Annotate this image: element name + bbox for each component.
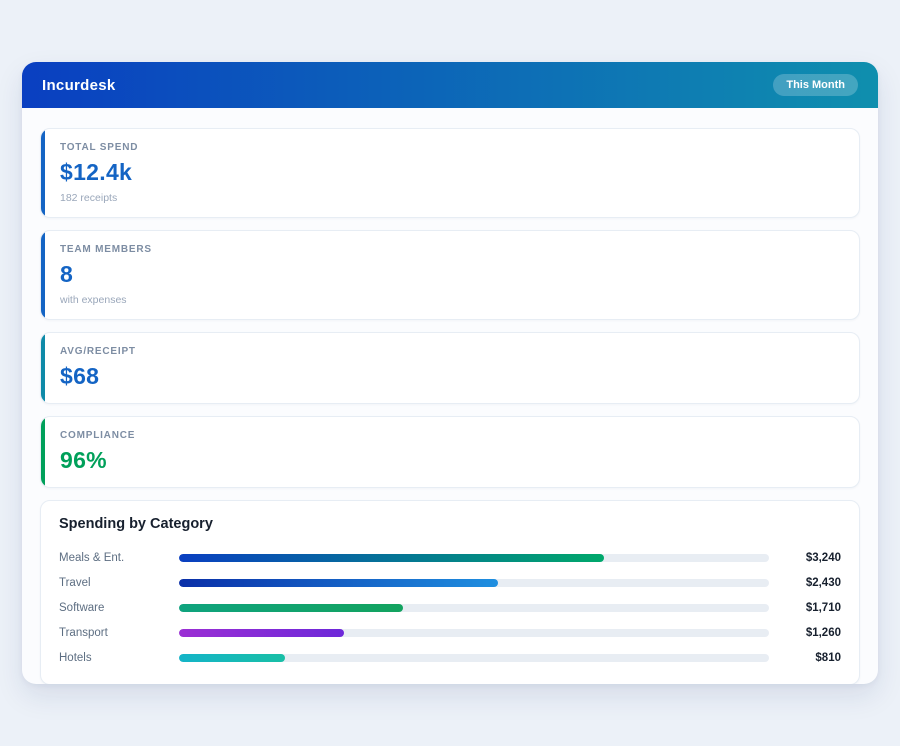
category-label: Software (59, 602, 179, 614)
stat-label: TOTAL SPEND (60, 142, 843, 153)
category-value: $1,260 (769, 627, 841, 639)
bar-track (179, 554, 769, 562)
bar-fill (179, 579, 498, 587)
stat-label: COMPLIANCE (60, 430, 843, 441)
stat-subtitle: 182 receipts (60, 192, 843, 204)
bar-fill (179, 554, 604, 562)
bar-track (179, 629, 769, 637)
category-value: $3,240 (769, 552, 841, 564)
category-value: $810 (769, 652, 841, 664)
stat-label: AVG/RECEIPT (60, 346, 843, 357)
stat-card-compliance: COMPLIANCE 96% (40, 416, 860, 488)
app-title: Incurdesk (42, 77, 116, 94)
stat-card-team-members: TEAM MEMBERS 8 with expenses (40, 230, 860, 320)
category-label: Travel (59, 577, 179, 589)
stat-subtitle: with expenses (60, 294, 843, 306)
stat-value: $12.4k (60, 159, 843, 186)
dashboard-card: Incurdesk This Month TOTAL SPEND $12.4k … (22, 62, 878, 684)
stat-accent-bar (41, 417, 45, 487)
spending-row-meals: Meals & Ent. $3,240 (59, 545, 841, 570)
category-value: $1,710 (769, 602, 841, 614)
stat-accent-bar (41, 333, 45, 403)
stat-value: 96% (60, 447, 843, 474)
spending-by-category-card: Spending by Category Meals & Ent. $3,240… (40, 500, 860, 684)
bar-fill (179, 654, 285, 662)
spending-row-travel: Travel $2,430 (59, 570, 841, 595)
bar-track (179, 604, 769, 612)
bar-fill (179, 604, 403, 612)
category-label: Meals & Ent. (59, 552, 179, 564)
dashboard-body: TOTAL SPEND $12.4k 182 receipts TEAM MEM… (22, 108, 878, 684)
spending-row-hotels: Hotels $810 (59, 645, 841, 670)
stat-card-total-spend: TOTAL SPEND $12.4k 182 receipts (40, 128, 860, 218)
app-header: Incurdesk This Month (22, 62, 878, 108)
spending-row-transport: Transport $1,260 (59, 620, 841, 645)
period-filter-badge[interactable]: This Month (773, 74, 858, 96)
category-label: Transport (59, 627, 179, 639)
bar-track (179, 654, 769, 662)
stat-label: TEAM MEMBERS (60, 244, 843, 255)
stat-value: $68 (60, 363, 843, 390)
category-value: $2,430 (769, 577, 841, 589)
stat-accent-bar (41, 231, 45, 319)
stat-accent-bar (41, 129, 45, 217)
bar-fill (179, 629, 344, 637)
spending-title: Spending by Category (59, 516, 841, 532)
stat-value: 8 (60, 261, 843, 288)
stat-card-avg-receipt: AVG/RECEIPT $68 (40, 332, 860, 404)
bar-track (179, 579, 769, 587)
category-label: Hotels (59, 652, 179, 664)
spending-row-software: Software $1,710 (59, 595, 841, 620)
